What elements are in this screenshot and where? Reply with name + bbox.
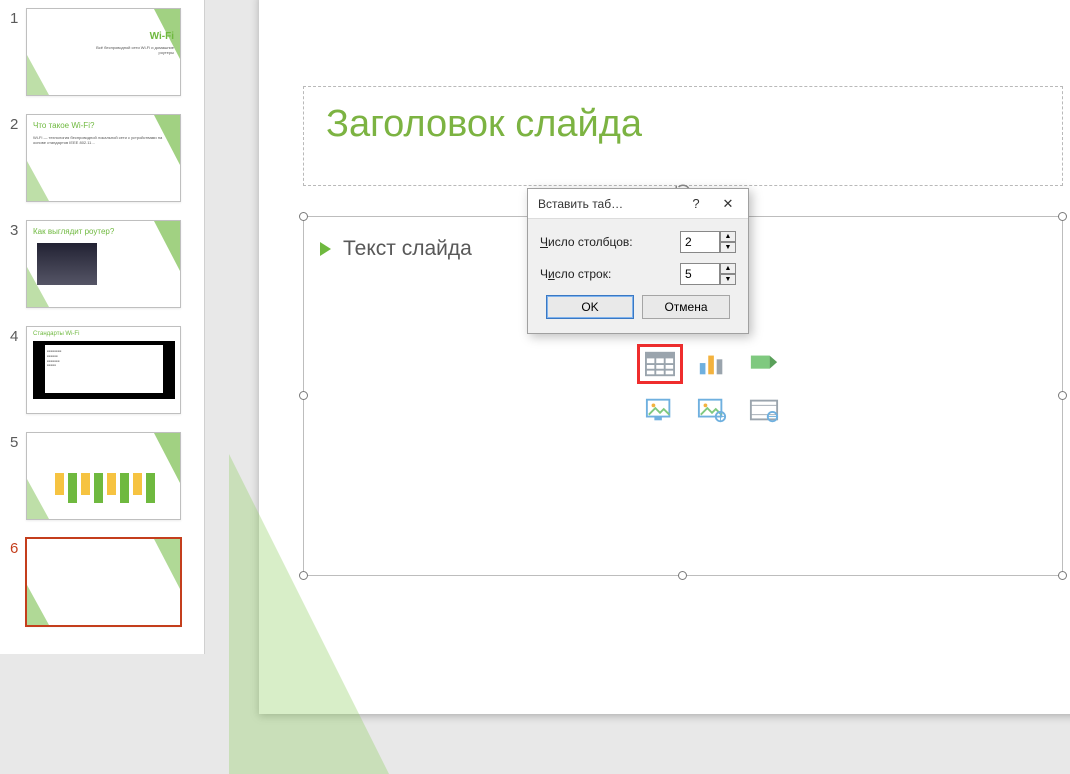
slide-editor[interactable]: Заголовок слайда Текст слайда (205, 0, 1070, 654)
body-placeholder-text[interactable]: Текст слайда (320, 237, 472, 261)
thumb-number: 4 (4, 326, 26, 345)
dialog-title: Вставить таб… (538, 197, 680, 211)
thumb-number: 1 (4, 8, 26, 27)
thumb-number: 2 (4, 114, 26, 133)
rows-spinner[interactable]: ▲ ▼ (680, 263, 736, 285)
thumbnail-2[interactable]: 2 Что такое Wi-Fi? Wi-Fi — технология бе… (4, 114, 192, 202)
thumb-number: 6 (4, 538, 26, 557)
dialog-help-button[interactable]: ? (680, 189, 712, 219)
resize-handle[interactable] (1058, 391, 1067, 400)
thumb-preview: Стандарты Wi-Fi ■■■■■■■■■■■■■■■■■■■■■■■■… (26, 326, 181, 414)
columns-spin-down[interactable]: ▼ (720, 242, 736, 253)
thumbnail-1[interactable]: 1 Wi-Fi Всё беспроводной сети Wi-Fi и до… (4, 8, 192, 96)
content-placeholder-icons (644, 351, 788, 433)
thumbnail-5[interactable]: 5 (4, 432, 192, 520)
thumbnail-3[interactable]: 3 Как выглядит роутер? (4, 220, 192, 308)
resize-handle[interactable] (299, 212, 308, 221)
ok-button[interactable]: OK (546, 295, 634, 319)
thumb-preview: Wi-Fi Всё беспроводной сети Wi-Fi и дома… (26, 8, 181, 96)
insert-picture-icon[interactable] (644, 397, 676, 423)
title-placeholder[interactable]: Заголовок слайда (303, 86, 1063, 186)
resize-handle[interactable] (1058, 212, 1067, 221)
thumb-number: 5 (4, 432, 26, 451)
thumbnail-4[interactable]: 4 Стандарты Wi-Fi ■■■■■■■■■■■■■■■■■■■■■■… (4, 326, 192, 414)
dialog-titlebar[interactable]: Вставить таб… ? ✕ (528, 189, 748, 219)
thumb-preview: Как выглядит роутер? (26, 220, 181, 308)
cancel-button[interactable]: Отмена (642, 295, 730, 319)
thumb-preview (26, 538, 181, 626)
rows-spin-up[interactable]: ▲ (720, 263, 736, 274)
insert-table-dialog: Вставить таб… ? ✕ Число столбцов: ▲ ▼ Чи… (527, 188, 749, 334)
rows-label: Число строк: (540, 267, 672, 281)
insert-online-picture-icon[interactable] (696, 397, 728, 423)
insert-chart-icon[interactable] (696, 351, 728, 377)
columns-spinner[interactable]: ▲ ▼ (680, 231, 736, 253)
dialog-close-button[interactable]: ✕ (712, 189, 744, 219)
rows-input[interactable] (680, 263, 720, 285)
resize-handle[interactable] (678, 571, 687, 580)
thumb-preview: Что такое Wi-Fi? Wi-Fi — технология бесп… (26, 114, 181, 202)
insert-table-icon[interactable] (644, 351, 676, 377)
slide-thumbnail-panel[interactable]: 1 Wi-Fi Всё беспроводной сети Wi-Fi и до… (0, 0, 205, 654)
thumbnail-6[interactable]: 6 (4, 538, 192, 626)
insert-smartart-icon[interactable] (748, 351, 780, 377)
rows-spin-down[interactable]: ▼ (720, 274, 736, 285)
columns-spin-up[interactable]: ▲ (720, 231, 736, 242)
columns-input[interactable] (680, 231, 720, 253)
bullet-icon (320, 242, 331, 256)
title-placeholder-text: Заголовок слайда (304, 87, 1062, 162)
slide-canvas[interactable]: Заголовок слайда Текст слайда (259, 0, 1070, 714)
resize-handle[interactable] (299, 571, 308, 580)
thumb-number: 3 (4, 220, 26, 239)
resize-handle[interactable] (1058, 571, 1067, 580)
insert-video-icon[interactable] (748, 397, 780, 423)
resize-handle[interactable] (299, 391, 308, 400)
thumb-preview (26, 432, 181, 520)
columns-label: Число столбцов: (540, 235, 672, 249)
